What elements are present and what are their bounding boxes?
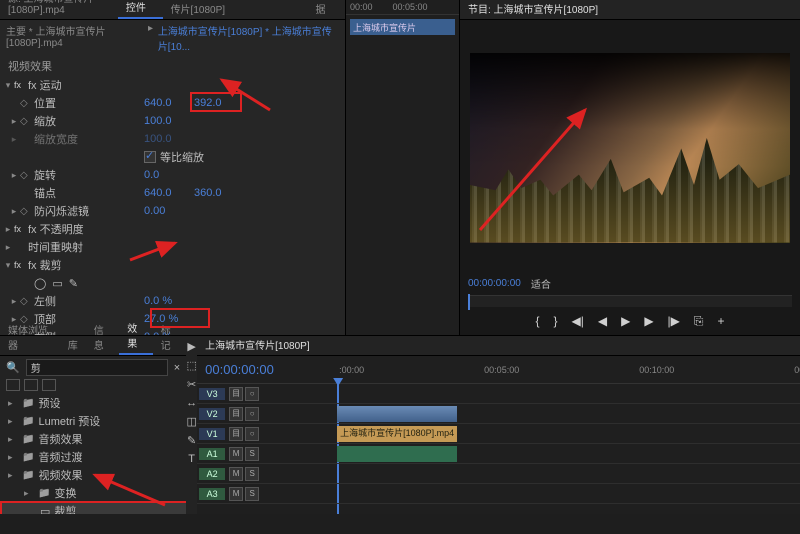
program-monitor: 节目: 上海城市宣传片[1080P] 00:00:00:00 适合 { } ◀|… <box>459 0 800 335</box>
mask-pen-icon[interactable]: ✎ <box>69 277 78 290</box>
tree-audio-fx[interactable]: 音频效果 <box>0 430 186 448</box>
tool-slip[interactable]: ↔ <box>186 397 197 409</box>
track-a2[interactable]: A2MS <box>197 464 337 484</box>
time-remap-group[interactable]: 时间重映射 <box>2 238 343 256</box>
prop-position[interactable]: 位置 640.0 392.0 <box>2 94 343 112</box>
prop-crop-top[interactable]: 顶部27.0 % <box>2 310 343 328</box>
track-v1[interactable]: V1目○ <box>197 424 337 444</box>
program-scrubber[interactable] <box>468 295 792 307</box>
project-browser: 媒体浏览器 库 信息 效果 标记 🔍 × 预设 Lumetri 预设 音频效果 … <box>0 336 186 514</box>
tree-transform[interactable]: 变换 <box>0 484 186 502</box>
position-x[interactable]: 640.0 <box>144 97 194 109</box>
track-a3[interactable]: A3MS <box>197 484 337 504</box>
scale-value[interactable]: 100.0 <box>144 115 194 127</box>
clear-search-button[interactable]: × <box>174 362 180 374</box>
effect-timeline: 00:00 00:05:00 上海城市宣传片[1080P].mp4 <box>345 0 459 335</box>
anchor-x[interactable]: 640.0 <box>144 187 194 199</box>
filter-icon-2[interactable] <box>24 379 38 391</box>
section-video-effects: 视频效果 <box>0 56 345 76</box>
tab-program[interactable]: 节目: 上海城市宣传片[1080P] <box>460 0 606 19</box>
track-a1[interactable]: A1MS <box>197 444 337 464</box>
mini-clip[interactable]: 上海城市宣传片[1080P].mp4 <box>350 19 455 35</box>
tab-metadata[interactable]: 元数据 <box>308 0 345 19</box>
filter-icon-1[interactable] <box>6 379 20 391</box>
prop-antiflicker[interactable]: 防闪烁滤镜0.00 <box>2 202 343 220</box>
effect-controls-panel: 源: 上海城市宣传片[1080P].mp4 效果控件 音频剪辑混合器: 上海城市… <box>0 0 345 335</box>
go-out-button[interactable]: |▶ <box>668 314 680 328</box>
tab-source[interactable]: 源: 上海城市宣传片[1080P].mp4 <box>0 0 118 19</box>
clip-path-primary: 主要 * 上海城市宣传片[1080P].mp4 <box>6 23 143 53</box>
play-button[interactable]: ▶ <box>621 314 630 328</box>
prop-scale-width: 缩放宽度100.0 <box>2 130 343 148</box>
zoom-fit[interactable]: 适合 <box>531 276 551 291</box>
clip-v2[interactable] <box>337 406 457 422</box>
tool-type[interactable]: T <box>188 453 195 465</box>
mask-ellipse-icon[interactable]: ◯ <box>34 277 46 290</box>
timeline-ruler[interactable]: :00:0000:05:0000:10:0000:15:00 <box>337 365 800 375</box>
step-back-button[interactable]: ◀ <box>598 314 607 328</box>
tool-track-select[interactable]: ⬚ <box>186 359 196 372</box>
go-in-button[interactable]: ◀| <box>571 314 583 328</box>
crop-group[interactable]: fxfx 裁剪 <box>2 256 343 274</box>
tab-libraries[interactable]: 库 <box>60 334 86 355</box>
anchor-y[interactable]: 360.0 <box>194 187 244 199</box>
mini-ruler-0: 00:00 <box>350 2 373 12</box>
uniform-scale-label: 等比缩放 <box>160 149 204 165</box>
add-button[interactable]: + <box>718 314 725 328</box>
clip-v1[interactable]: 上海城市宣传片[1080P].mp4 <box>337 426 457 442</box>
prop-scale[interactable]: 缩放100.0 <box>2 112 343 130</box>
tree-lumetri[interactable]: Lumetri 预设 <box>0 412 186 430</box>
timeline-panel: 上海城市宣传片[1080P] 00:00:00:00 :00:0000:05:0… <box>197 336 800 514</box>
opacity-group[interactable]: fxfx 不透明度 <box>2 220 343 238</box>
transport-controls: { } ◀| ◀ ▶ ▶ |▶ ⎘ + <box>460 307 800 335</box>
motion-group[interactable]: fxfx 运动 <box>2 76 343 94</box>
effects-search-input[interactable] <box>26 359 168 376</box>
timeline-lanes[interactable]: 上海城市宣传片[1080P].mp4 <box>337 384 800 514</box>
clip-a1[interactable] <box>337 446 457 462</box>
crop-right-value[interactable]: 0.0 % <box>144 331 172 335</box>
tree-crop-effect[interactable]: ▭裁剪 <box>0 502 186 514</box>
mark-in-button[interactable]: { <box>535 314 539 328</box>
tool-selection[interactable]: ▶ <box>187 340 195 353</box>
tree-video-fx[interactable]: 视频效果 <box>0 466 186 484</box>
mini-ruler-1: 00:05:00 <box>393 2 428 12</box>
tool-rect[interactable]: ◫ <box>186 415 196 428</box>
search-icon: 🔍 <box>6 361 20 374</box>
program-timecode[interactable]: 00:00:00:00 <box>468 278 521 289</box>
export-frame-button[interactable]: ⎘ <box>694 314 704 329</box>
crop-top-value[interactable]: 27.0 % <box>144 313 178 325</box>
position-y[interactable]: 392.0 <box>194 97 244 109</box>
crop-left-value[interactable]: 0.0 % <box>144 295 172 307</box>
tree-presets[interactable]: 预设 <box>0 394 186 412</box>
source-tab-bar: 源: 上海城市宣传片[1080P].mp4 效果控件 音频剪辑混合器: 上海城市… <box>0 0 345 20</box>
uniform-scale-checkbox[interactable] <box>144 151 156 163</box>
mark-out-button[interactable]: } <box>553 314 557 328</box>
tool-pen[interactable]: ✎ <box>187 434 196 447</box>
mask-rect-icon[interactable]: ▭ <box>52 277 62 290</box>
program-viewer[interactable] <box>470 53 790 243</box>
track-v2[interactable]: V2目○ <box>197 404 337 424</box>
flicker-value[interactable]: 0.00 <box>144 205 194 217</box>
timeline-timecode[interactable]: 00:00:00:00 <box>197 362 337 377</box>
timeline-tab[interactable]: 上海城市宣传片[1080P] <box>197 334 317 355</box>
tab-effect-controls[interactable]: 效果控件 <box>118 0 163 19</box>
tool-razor[interactable]: ✂ <box>187 378 196 391</box>
rotation-value[interactable]: 0.0 <box>144 169 194 181</box>
prop-anchor[interactable]: 锚点640.0360.0 <box>2 184 343 202</box>
filter-icon-3[interactable] <box>42 379 56 391</box>
prop-crop-right[interactable]: 右侧0.0 % <box>2 328 343 335</box>
step-fwd-button[interactable]: ▶ <box>644 314 653 328</box>
prop-crop-left[interactable]: 左侧0.0 % <box>2 292 343 310</box>
tree-audio-trans[interactable]: 音频过渡 <box>0 448 186 466</box>
prop-rotation[interactable]: 旋转0.0 <box>2 166 343 184</box>
tab-audio-mixer[interactable]: 音频剪辑混合器: 上海城市宣传片[1080P] <box>163 0 308 19</box>
clip-path-sequence[interactable]: 上海城市宣传片[1080P] * 上海城市宣传片[10... <box>158 23 339 53</box>
track-v3[interactable]: V3目○ <box>197 384 337 404</box>
